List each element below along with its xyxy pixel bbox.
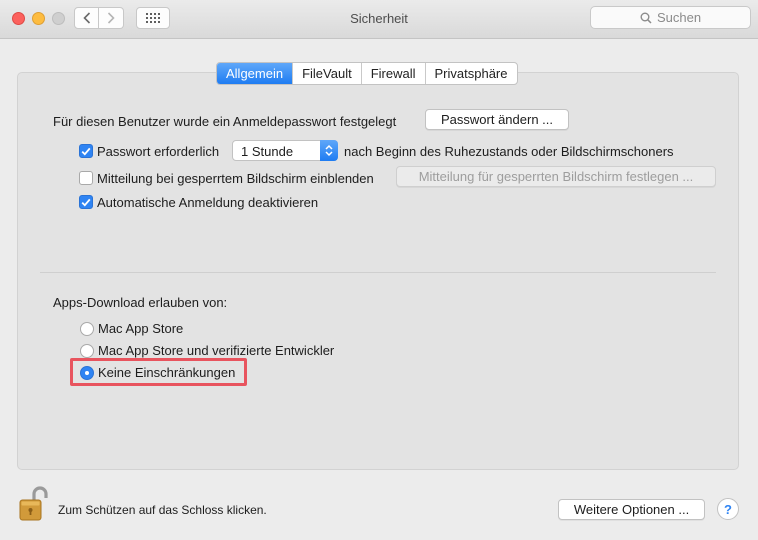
set-lock-message-button[interactable]: Mitteilung für gesperrten Bildschirm fes… — [396, 166, 716, 187]
tab-allgemein[interactable]: Allgemein — [217, 63, 293, 84]
require-password-suffix: nach Beginn des Ruhezustands oder Bildsc… — [344, 144, 674, 159]
radio-identified-developers-label: Mac App Store und verifizierte Entwickle… — [98, 343, 335, 358]
tab-filevault[interactable]: FileVault — [292, 63, 361, 84]
advanced-options-button[interactable]: Weitere Optionen ... — [558, 499, 705, 520]
checkmark-icon — [81, 147, 91, 156]
require-password-delay-select[interactable]: 1 Stunde — [232, 140, 338, 161]
lock-message-label: Mitteilung bei gesperrtem Bildschirm ein… — [97, 171, 374, 186]
title-bar: Sicherheit Suchen — [0, 0, 758, 39]
lock-message-checkbox[interactable] — [79, 171, 93, 185]
help-button[interactable]: ? — [717, 498, 739, 520]
checkmark-icon — [81, 198, 91, 207]
tab-bar: Allgemein FileVault Firewall Privatsphär… — [216, 62, 518, 85]
highlight-box — [70, 358, 247, 386]
unlocked-padlock-icon[interactable] — [17, 486, 49, 522]
radio-identified-developers[interactable] — [80, 344, 94, 358]
search-field[interactable]: Suchen — [590, 6, 751, 29]
select-arrows-icon — [320, 140, 338, 161]
auto-login-checkbox[interactable] — [79, 195, 93, 209]
section-divider — [40, 272, 716, 273]
search-icon — [640, 12, 652, 24]
radio-mac-app-store-label: Mac App Store — [98, 321, 184, 336]
require-password-label: Passwort erforderlich — [97, 144, 220, 159]
auto-login-label: Automatische Anmeldung deaktivieren — [97, 195, 319, 210]
search-placeholder: Suchen — [656, 10, 702, 25]
tab-privatsphaere[interactable]: Privatsphäre — [424, 63, 517, 84]
require-password-delay-value: 1 Stunde — [241, 144, 294, 159]
password-set-text: Für diesen Benutzer wurde ein Anmeldepas… — [53, 114, 397, 129]
tab-firewall[interactable]: Firewall — [360, 63, 425, 84]
content-panel — [17, 72, 739, 470]
lock-hint-text: Zum Schützen auf das Schloss klicken. — [58, 503, 267, 517]
downloads-heading: Apps-Download erlauben von: — [53, 295, 228, 310]
change-password-button[interactable]: Passwort ändern ... — [425, 109, 569, 130]
radio-mac-app-store[interactable] — [80, 322, 94, 336]
require-password-checkbox[interactable] — [79, 144, 93, 158]
